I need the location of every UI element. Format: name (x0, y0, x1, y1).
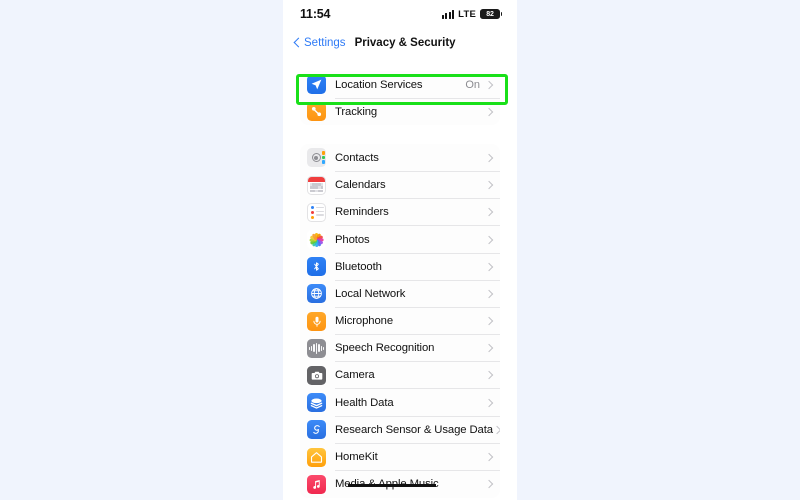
chevron-right-icon (485, 154, 493, 162)
chevron-right-icon (485, 317, 493, 325)
chevron-right-icon (493, 426, 500, 434)
back-button[interactable]: Settings (292, 37, 346, 49)
settings-row-location-services[interactable]: Location Services On (300, 71, 500, 99)
chevron-right-icon (485, 480, 493, 488)
settings-list: Location Services On Tracking Contacts C… (283, 58, 517, 498)
settings-row-reminders[interactable]: Reminders (300, 199, 500, 227)
phone-screen: 11:54 LTE 82 Settings Privacy & Security (283, 0, 517, 500)
settings-row-label: Speech Recognition (335, 342, 435, 355)
settings-row-label: Local Network (335, 287, 406, 300)
settings-row-tracking[interactable]: Tracking (300, 98, 500, 125)
settings-row-speech-recognition[interactable]: Speech Recognition (300, 335, 500, 363)
chevron-right-icon (485, 108, 493, 116)
back-button-label: Settings (304, 37, 346, 49)
chevron-right-icon (485, 290, 493, 298)
settings-row-label: Bluetooth (335, 260, 382, 273)
reminders-icon (307, 202, 326, 222)
settings-row-label: Reminders (335, 206, 389, 219)
settings-row-camera[interactable]: Camera (300, 362, 500, 390)
settings-row-media-apple-music[interactable]: Media & Apple Music (300, 471, 500, 498)
chevron-left-icon (292, 38, 302, 48)
microphone-icon (307, 311, 326, 331)
settings-row-label: HomeKit (335, 451, 378, 464)
screenshot-stage: 11:54 LTE 82 Settings Privacy & Security (0, 0, 800, 500)
settings-row-label: Photos (335, 233, 370, 246)
status-bar-clock: 11:54 (300, 7, 331, 21)
speech-recognition-icon (307, 338, 326, 358)
status-bar-indicators: LTE 82 (441, 8, 503, 20)
contacts-icon (307, 148, 326, 168)
location-group: Location Services On Tracking (300, 71, 500, 126)
cellular-signal-icon (441, 9, 455, 19)
settings-row-label: Health Data (335, 396, 394, 409)
settings-row-photos[interactable]: Photos (300, 226, 500, 254)
network-type-label: LTE (458, 8, 476, 20)
chevron-right-icon (485, 236, 493, 244)
photos-icon (307, 230, 326, 250)
chevron-right-icon (485, 208, 493, 216)
local-network-icon (307, 284, 326, 304)
settings-row-label: Camera (335, 369, 375, 382)
calendar-icon (307, 175, 326, 195)
chevron-right-icon (485, 453, 493, 461)
media-music-icon (307, 474, 326, 494)
chevron-right-icon (485, 371, 493, 379)
settings-row-label: Location Services (335, 78, 423, 91)
settings-row-microphone[interactable]: Microphone (300, 308, 500, 335)
settings-row-label: Tracking (335, 105, 378, 118)
settings-row-health-data[interactable]: Health Data (300, 389, 500, 417)
settings-row-local-network[interactable]: Local Network (300, 280, 500, 308)
settings-row-label: Research Sensor & Usage Data (335, 423, 493, 436)
settings-row-label: Calendars (335, 179, 386, 192)
bluetooth-icon (307, 257, 326, 277)
chevron-right-icon (485, 181, 493, 189)
navigation-bar: Settings Privacy & Security (283, 28, 517, 58)
chevron-right-icon (485, 81, 493, 89)
settings-row-homekit[interactable]: HomeKit (300, 443, 500, 471)
settings-row-research-sensor[interactable]: Research Sensor & Usage Data (300, 416, 500, 444)
settings-row-label: Microphone (335, 315, 394, 328)
battery-icon: 82 (480, 8, 503, 20)
settings-row-label: Contacts (335, 151, 379, 164)
chevron-right-icon (485, 263, 493, 271)
tracking-icon (307, 102, 326, 122)
permissions-group: Contacts Calendars Reminders Photos Blue… (300, 144, 500, 498)
research-sensor-icon (307, 420, 326, 440)
homekit-icon (307, 447, 326, 467)
battery-level-label: 82 (486, 10, 494, 18)
settings-row-value: On (465, 78, 480, 91)
settings-row-bluetooth[interactable]: Bluetooth (300, 253, 500, 281)
settings-row-contacts[interactable]: Contacts (300, 144, 500, 172)
redaction-strike (348, 483, 436, 487)
location-arrow-icon (307, 75, 326, 95)
settings-row-calendars[interactable]: Calendars (300, 172, 500, 199)
page-title: Privacy & Security (354, 37, 456, 49)
status-bar: 11:54 LTE 82 (283, 0, 517, 28)
chevron-right-icon (485, 399, 493, 407)
health-icon (307, 393, 326, 413)
chevron-right-icon (485, 344, 493, 352)
camera-icon (307, 365, 326, 385)
